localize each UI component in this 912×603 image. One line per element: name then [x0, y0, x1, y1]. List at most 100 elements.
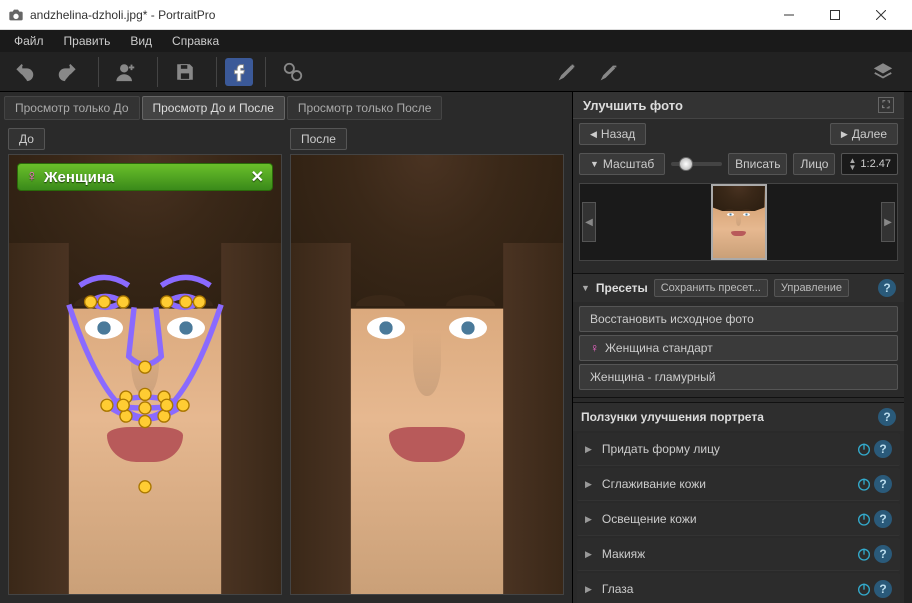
slider-groups: ▶Придать форму лицу? ▶Сглаживание кожи? …	[573, 431, 904, 603]
power-icon[interactable]	[854, 544, 874, 564]
tab-after-only[interactable]: Просмотр только После	[287, 96, 443, 120]
image-before[interactable]: ♀ Женщина ✕	[8, 154, 282, 595]
thumb-next-button[interactable]: ▶	[881, 202, 895, 242]
presets-title: Пресеты	[596, 281, 648, 295]
triangle-right-icon: ▶	[585, 444, 592, 455]
label-after: После	[290, 128, 347, 150]
view-before: До ♀ Женщина ✕	[8, 128, 282, 595]
help-icon[interactable]: ?	[874, 475, 892, 493]
scrollbar[interactable]	[904, 92, 912, 603]
panel-expand-icon[interactable]: ⛶	[878, 97, 894, 113]
help-icon[interactable]: ?	[874, 440, 892, 458]
preset-female-standard[interactable]: ♀Женщина стандарт	[579, 335, 898, 361]
sliders-section: Ползунки улучшения портрета ? ▶ Придать ф…	[573, 402, 904, 603]
titlebar: andzhelina-dzholi.jpg* - PortraitPro	[0, 0, 912, 30]
triangle-right-icon: ▶	[585, 514, 592, 525]
right-panel: Улучшить фото ⛶ ◀Назад ▶Далее ▼Масштаб В…	[572, 92, 904, 603]
power-icon[interactable]	[854, 509, 874, 529]
slider-label: Глаза	[602, 582, 848, 596]
sliders-header: Ползунки улучшения портрета ?	[573, 403, 904, 431]
gender-label: Женщина	[44, 169, 114, 186]
maximize-button[interactable]	[812, 0, 858, 30]
undo-button[interactable]	[6, 56, 44, 88]
menu-help[interactable]: Справка	[164, 32, 227, 50]
slider-label: Освещение кожи	[602, 512, 848, 526]
slider-makeup[interactable]: ▶Макияж?	[577, 538, 900, 571]
gender-close-icon[interactable]: ✕	[251, 167, 264, 187]
back-label: Назад	[601, 127, 635, 141]
menu-bar: Файл Править Вид Справка	[0, 30, 912, 52]
slider-face-shape[interactable]: ▶ Придать форму лицу?	[577, 433, 900, 466]
female-icon: ♀	[26, 168, 38, 186]
triangle-down-icon: ▼	[590, 159, 599, 169]
presets-header[interactable]: ▼ Пресеты Сохранить пресет... Управление…	[573, 274, 904, 302]
help-icon[interactable]: ?	[878, 279, 896, 297]
brush-add-button[interactable]	[548, 56, 586, 88]
face-button[interactable]: Лицо	[793, 153, 835, 175]
power-icon[interactable]	[854, 474, 874, 494]
view-tabs: Просмотр только До Просмотр До и После П…	[0, 92, 572, 120]
help-icon[interactable]: ?	[874, 545, 892, 563]
tab-before-only[interactable]: Просмотр только До	[4, 96, 140, 120]
help-icon[interactable]: ?	[874, 580, 892, 598]
app-icon	[8, 7, 24, 23]
slider-label: Придать форму лицу	[602, 442, 848, 456]
window-title: andzhelina-dzholi.jpg* - PortraitPro	[30, 8, 766, 22]
redo-button[interactable]	[48, 56, 86, 88]
save-button[interactable]	[166, 56, 204, 88]
help-icon[interactable]: ?	[874, 510, 892, 528]
facebook-button[interactable]	[225, 58, 253, 86]
panel-title-bar: Улучшить фото ⛶	[573, 92, 904, 119]
menu-view[interactable]: Вид	[122, 32, 160, 50]
views: До ♀ Женщина ✕	[0, 120, 572, 603]
preset-restore[interactable]: Восстановить исходное фото	[579, 306, 898, 332]
layers-button[interactable]	[864, 56, 902, 88]
triangle-down-icon: ▼	[581, 283, 590, 293]
face-thumbnail[interactable]	[711, 184, 767, 260]
tab-before-after[interactable]: Просмотр До и После	[142, 96, 285, 120]
fit-button[interactable]: Вписать	[728, 153, 787, 175]
power-icon[interactable]	[854, 439, 874, 459]
clone-tool-button[interactable]	[274, 56, 312, 88]
panel-title: Улучшить фото	[583, 98, 683, 113]
slider-label: Сглаживание кожи	[602, 477, 848, 491]
close-button[interactable]	[858, 0, 904, 30]
zoom-slider[interactable]	[671, 162, 722, 166]
zoom-ratio-value: 1:2.47	[860, 158, 891, 170]
help-icon[interactable]: ?	[878, 408, 896, 426]
preset-list: Восстановить исходное фото ♀Женщина стан…	[573, 302, 904, 397]
zoom-ratio[interactable]: ▲▼ 1:2.47	[841, 153, 898, 175]
window-controls	[766, 0, 904, 30]
label-before: До	[8, 128, 45, 150]
triangle-right-icon: ▶	[585, 584, 592, 595]
scale-dropdown[interactable]: ▼Масштаб	[579, 153, 665, 175]
brush-remove-button[interactable]	[590, 56, 628, 88]
toolbar	[0, 52, 912, 92]
triangle-left-icon: ◀	[590, 129, 597, 140]
menu-file[interactable]: Файл	[6, 32, 52, 50]
slider-eyes[interactable]: ▶ Глаза?	[577, 573, 900, 603]
thumb-prev-button[interactable]: ◀	[582, 202, 596, 242]
zoom-down-icon[interactable]: ▼	[848, 164, 856, 171]
next-label: Далее	[852, 127, 887, 141]
slider-skin-smooth[interactable]: ▶Сглаживание кожи?	[577, 468, 900, 501]
save-preset-button[interactable]: Сохранить пресет...	[654, 279, 768, 297]
manage-presets-button[interactable]: Управление	[774, 279, 849, 297]
menu-edit[interactable]: Править	[56, 32, 119, 50]
zoom-row: ▼Масштаб Вписать Лицо ▲▼ 1:2.47	[573, 149, 904, 179]
slider-knob[interactable]	[679, 157, 693, 171]
next-button[interactable]: ▶Далее	[830, 123, 898, 145]
gender-badge[interactable]: ♀ Женщина ✕	[17, 163, 273, 191]
slider-skin-light[interactable]: ▶ Освещение кожи?	[577, 503, 900, 536]
minimize-button[interactable]	[766, 0, 812, 30]
presets-section: ▼ Пресеты Сохранить пресет... Управление…	[573, 273, 904, 398]
content: Просмотр только До Просмотр До и После П…	[0, 92, 912, 603]
triangle-right-icon: ▶	[585, 549, 592, 560]
back-button[interactable]: ◀ Назад	[579, 123, 646, 145]
add-person-button[interactable]	[107, 56, 145, 88]
power-icon[interactable]	[854, 579, 874, 599]
preset-label: Женщина стандарт	[605, 341, 713, 355]
sliders-title: Ползунки улучшения портрета	[581, 410, 764, 424]
preset-female-glamour[interactable]: Женщина - гламурный	[579, 364, 898, 390]
image-after[interactable]	[290, 154, 564, 595]
